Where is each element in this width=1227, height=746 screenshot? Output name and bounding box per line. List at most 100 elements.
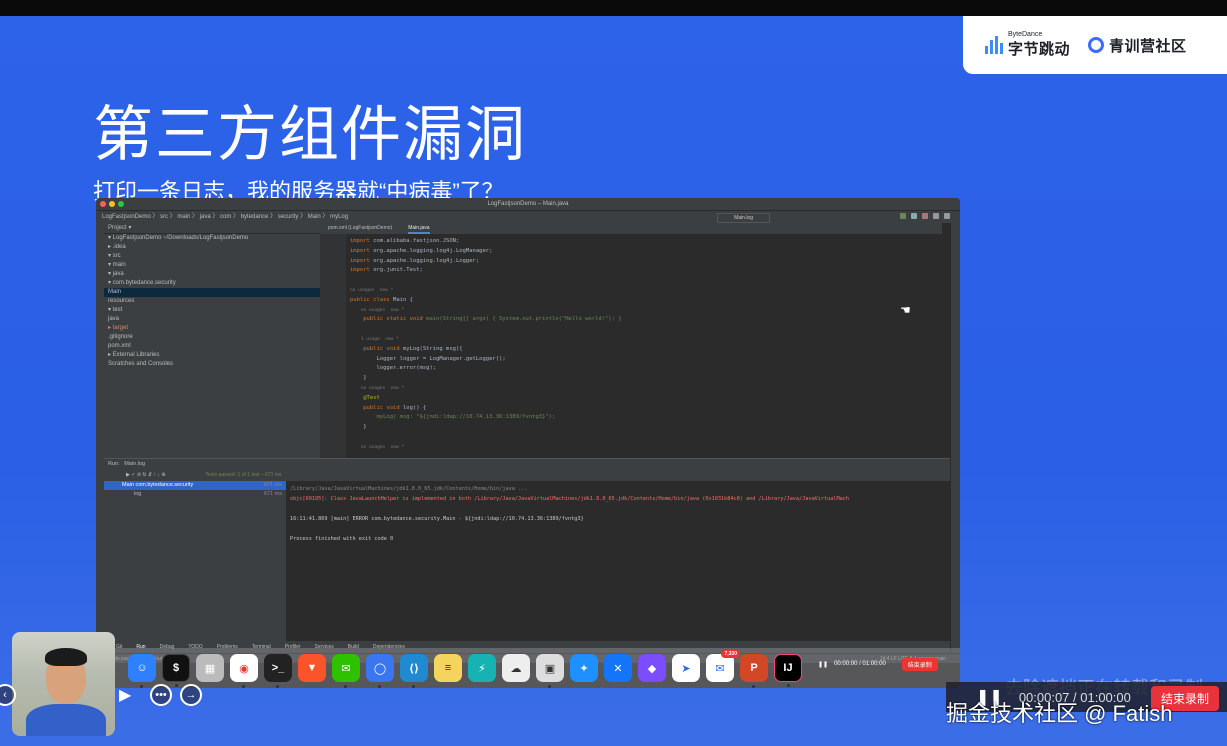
code-line: public void log() { [350,404,427,411]
test-result-row[interactable]: log 671 ms [104,490,286,499]
bytedance-logo: ByteDance 字节跳动 [985,31,1070,59]
close-window-button[interactable] [100,201,106,207]
dock-app-lark[interactable]: ⚡ [468,654,496,682]
dock-app-mail[interactable]: ✉ 7,330 [706,650,740,682]
dock-app-powerpoint[interactable]: P [740,654,768,688]
ide-window-title: LogFastjsonDemo – Main.java [487,201,569,207]
more-icon[interactable]: ••• [150,684,172,706]
run-panel: Run: Main.log ▶ ✓ ⊘ ⇅ ⇵ ↑ ↓ ⊕ Tests pass… [104,458,950,642]
run-label: Run: [108,461,120,467]
top-black-bar [0,0,1227,16]
minimize-window-button[interactable] [109,201,115,207]
dock-app-feishu[interactable]: ➤ [672,654,700,682]
dock-app-cloud[interactable]: ☁ [502,654,530,682]
tree-item[interactable]: ▾ test [104,306,320,315]
code-line: public static void main(String[] args) {… [350,316,622,323]
next-arrow-icon[interactable]: → [180,684,202,706]
code-line: public class Main { [350,296,413,303]
run-controls-icons[interactable]: ▶ ✓ ⊘ ⇅ ⇵ ↑ ↓ ⊕ [126,470,166,481]
code-line: no usages new * [350,287,394,293]
zoom-window-button[interactable] [118,201,124,207]
tab-pom-xml[interactable]: pom.xml (LogFastjsonDemo) [328,223,392,234]
tests-passed-text: Tests passed: 1 of 1 test – 671 ms [205,472,282,478]
run-icon[interactable] [900,213,906,219]
settings-icon[interactable] [944,213,950,219]
tree-item[interactable]: ▾ java [104,270,320,279]
code-line: import org.junit.Test; [350,267,423,274]
ide-window: LogFastjsonDemo – Main.java LogFastjsonD… [96,198,960,688]
code-line: import org.apache.logging.log4j.Logger; [350,257,480,264]
webcam-overlay [12,632,115,736]
code-line: import com.alibaba.fastjson.JSON; [350,238,460,244]
code-line: 1 usage new * [350,336,399,342]
tree-item[interactable]: ▸ .idea [104,243,320,252]
editor-tabs: pom.xml (LogFastjsonDemo) Main.java [320,223,942,234]
tree-item[interactable]: .gitignore [104,333,320,342]
dock-app-terminal[interactable]: $ [162,654,190,687]
pause-icon[interactable]: ❚❚ [818,661,828,668]
tree-item[interactable]: ▾ src [104,252,320,261]
dock-app-preview[interactable]: ▣ [536,654,564,688]
code-editor[interactable]: pom.xml (LogFastjsonDemo) Main.java impo… [320,223,942,458]
dock-app-wechat[interactable]: ✉ [332,654,360,688]
tree-item[interactable]: ▾ main [104,261,320,270]
inner-stop-recording-button[interactable]: 结束录制 [901,657,938,671]
tree-item[interactable]: java [104,315,320,324]
dock-app-finder[interactable]: ☺ [128,654,156,688]
console-line: Process finished with exit code 0 [290,536,394,542]
run-config-select[interactable]: Main.log [717,213,770,223]
dock-app-vscode[interactable]: ⟨⟩ [400,654,428,688]
tab-main-java[interactable]: Main.java [408,223,430,234]
dock-app-xcode[interactable]: ✕ [604,654,632,682]
dock-app-chrome[interactable]: ◉ [230,654,258,688]
run-panel-header: Run: Main.log [104,459,950,470]
code-line: no usages new * [350,385,405,391]
dock-app-safari[interactable]: ✦ [570,654,598,682]
test-result-row[interactable]: Main com.bytedance.security 671 ms [104,481,286,490]
project-panel: Project ▾ ▾ LogFastjsonDemo ~/Downloads/… [104,223,320,458]
tree-item[interactable]: Main [104,288,320,297]
run-console[interactable]: /Library/Java/JavaVirtualMachines/jdk1.8… [286,481,936,642]
dock-app-intellij[interactable]: IJ [774,654,802,687]
tree-item[interactable]: resources [104,297,320,306]
dock-app-launchpad[interactable]: ▦ [196,654,224,682]
tree-item[interactable]: Scratches and Consoles [104,360,320,369]
debug-icon[interactable] [911,213,917,219]
console-line: /Library/Java/JavaVirtualMachines/jdk1.8… [290,486,528,492]
dock-app-brave[interactable]: ▼ [298,654,326,682]
ide-titlebar: LogFastjsonDemo – Main.java [96,198,960,210]
mouse-cursor-icon: ☚ [900,303,911,317]
watermark: 掘金技术社区 @ Fatish [946,701,1173,726]
left-tool-strip [96,223,104,663]
project-tree: ▾ LogFastjsonDemo ~/Downloads/LogFastjso… [104,234,320,369]
dock-app-iterm[interactable]: >_ [264,654,292,688]
dock-app-signal[interactable]: ◯ [366,654,394,688]
breadcrumb[interactable]: LogFastjsonDemo 〉 src 〉 main 〉 java 〉 co… [102,214,348,220]
tree-item[interactable]: ▸ target [104,324,320,333]
mail-badge: 7,330 [721,650,740,658]
tree-item[interactable]: pom.xml [104,342,320,351]
console-line: 16:11:41.869 [main] ERROR com.bytedance.… [290,516,584,522]
camera-icon[interactable]: ▶ [119,685,145,705]
dock-app-obsidian[interactable]: ◆ [638,654,666,682]
tree-item[interactable]: ▸ External Libraries [104,351,320,360]
tree-item[interactable]: ▾ LogFastjsonDemo ~/Downloads/LogFastjso… [104,234,320,243]
bytedance-small-text: ByteDance [1008,31,1043,38]
tree-item[interactable]: ▾ com.bytedance.security [104,279,320,288]
stop-icon[interactable] [922,213,928,219]
run-tab[interactable]: Main.log [124,461,145,467]
logo-box: ByteDance 字节跳动 青训营社区 [963,16,1227,74]
search-icon[interactable] [933,213,939,219]
code-line: public void myLog(String msg){ [350,345,463,352]
bytedance-bars-icon [985,36,1003,54]
right-tool-strip [951,223,960,663]
code-line: @Test [350,394,380,401]
camp-logo: 青训营社区 [1088,35,1187,56]
project-panel-header[interactable]: Project ▾ [104,223,320,234]
dock-app-notes[interactable]: ≡ [434,654,462,682]
